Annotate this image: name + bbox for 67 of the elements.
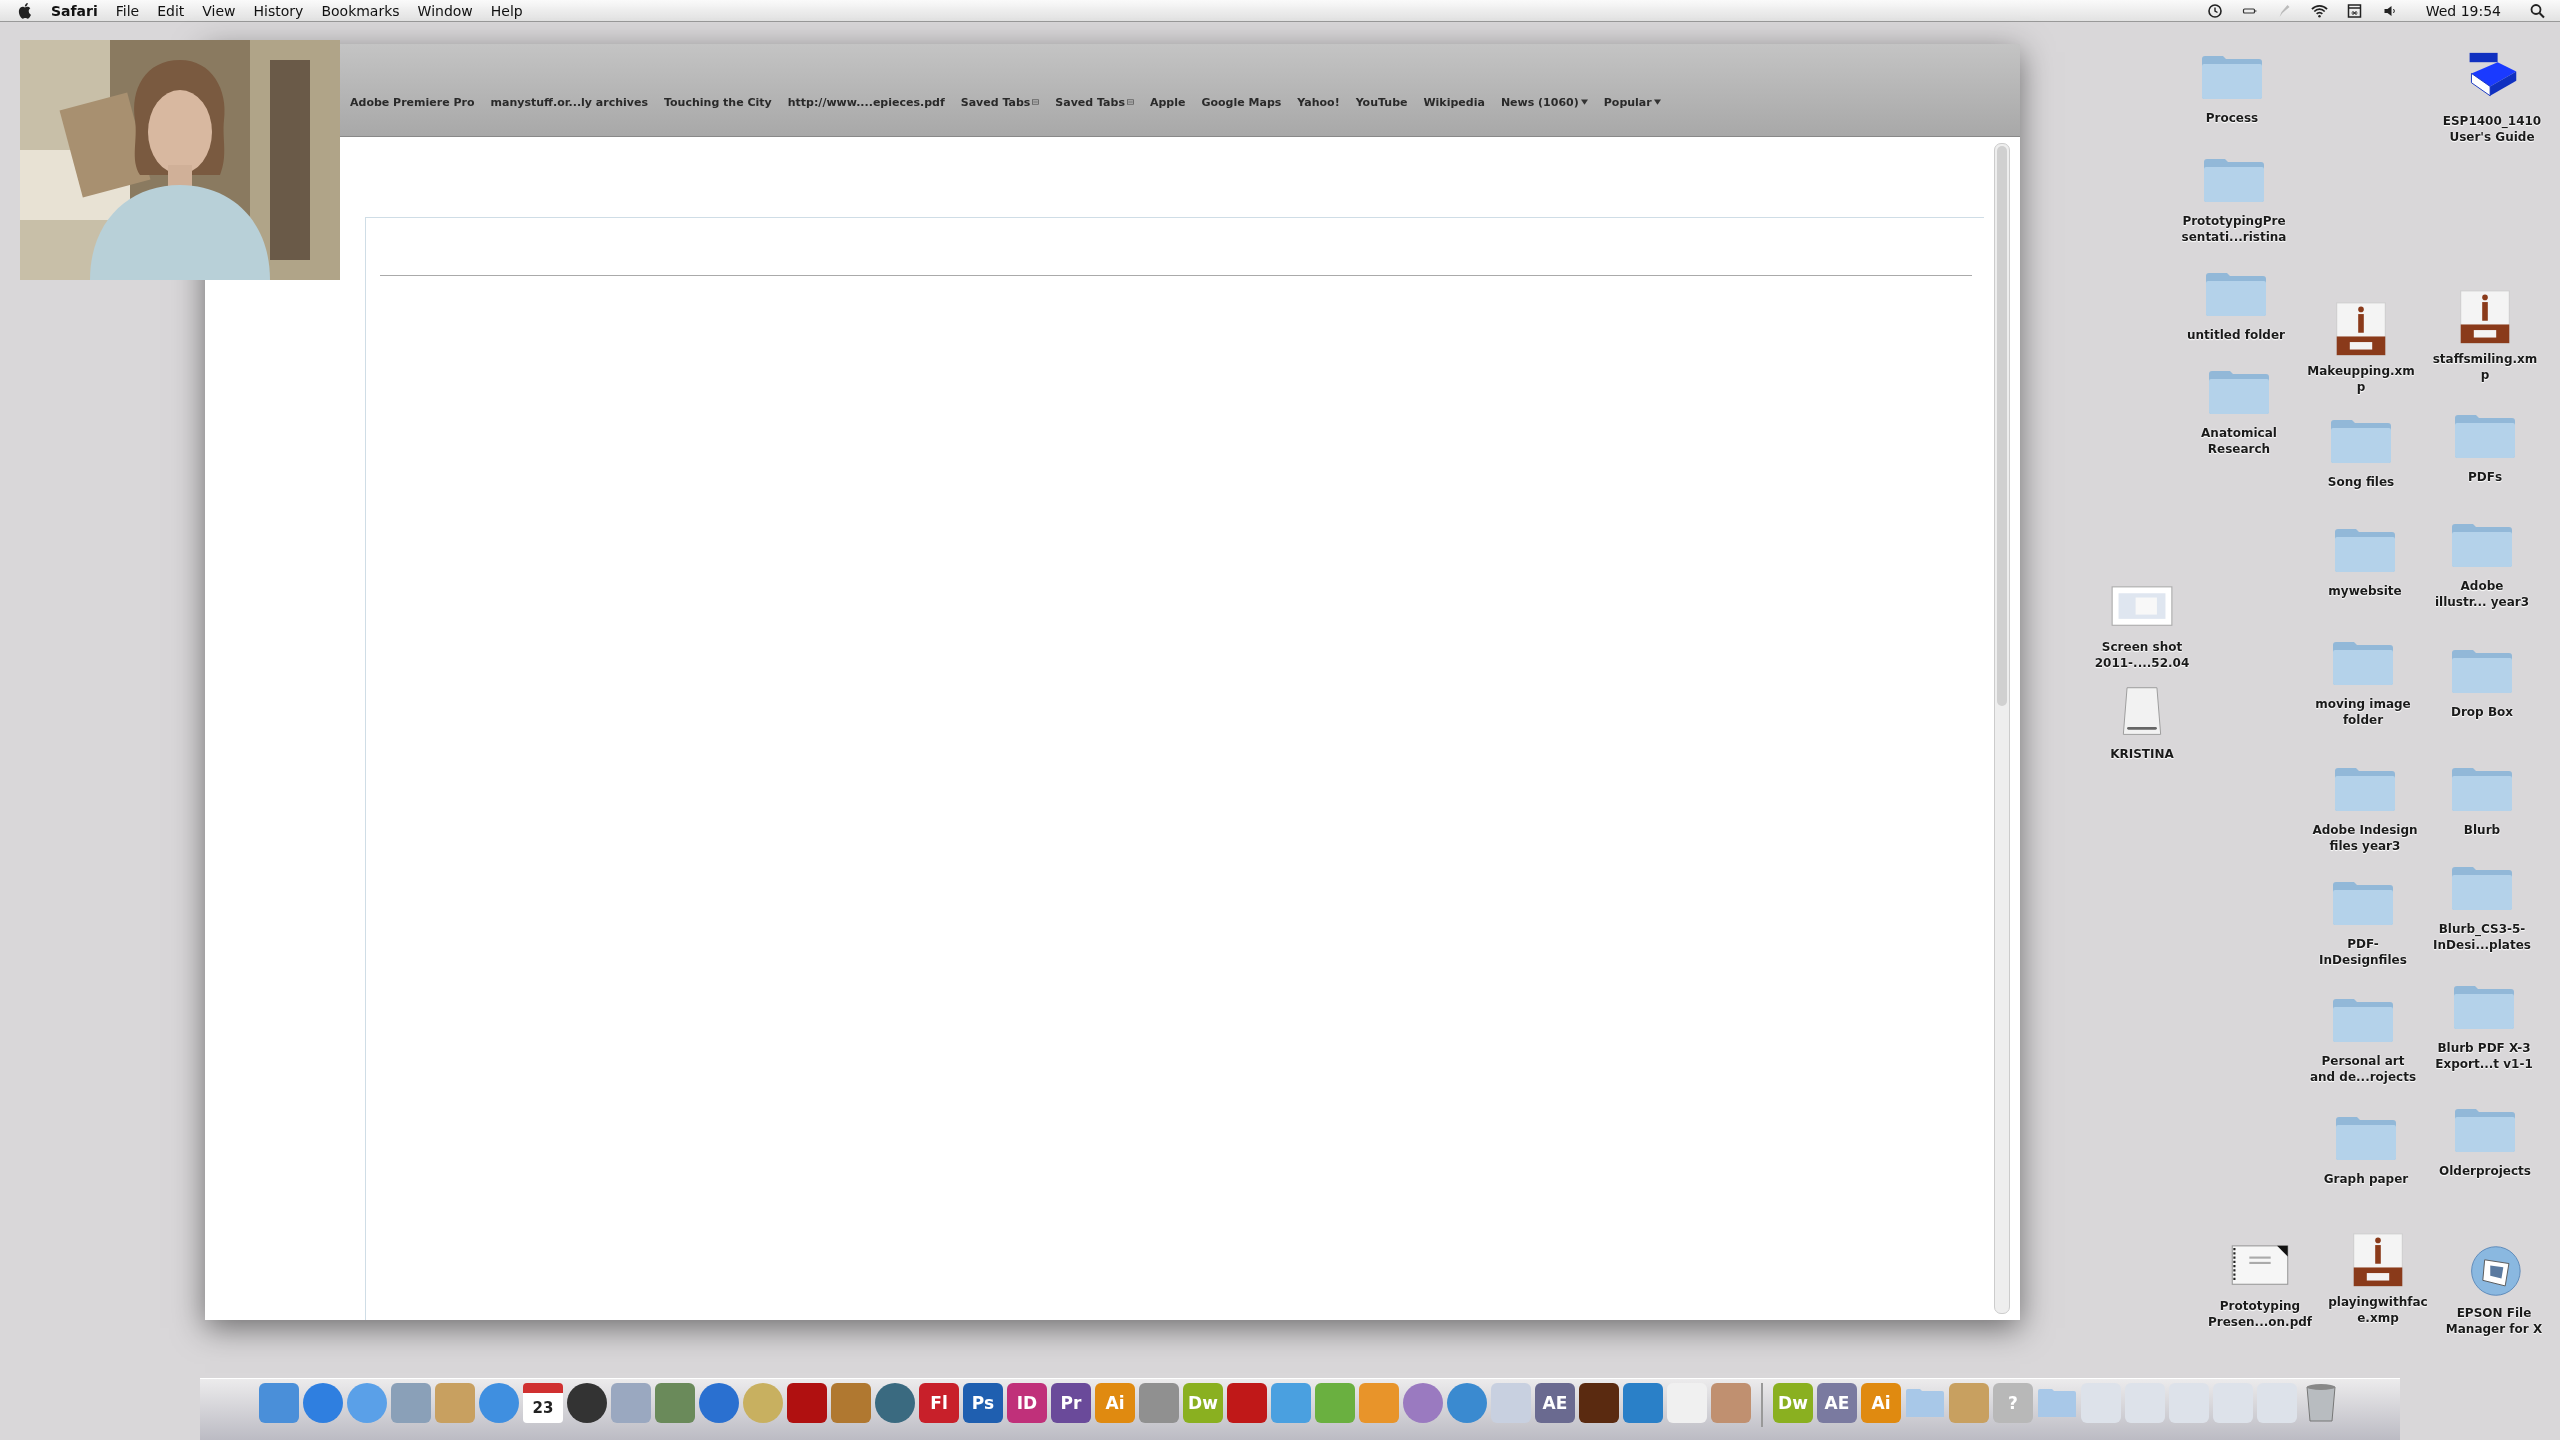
file-label: Olderprojects — [2439, 1163, 2531, 1179]
bookmark[interactable]: http://www....epieces.pdf — [787, 95, 945, 109]
caret-icon — [1653, 99, 1661, 105]
file-label: mywebsite — [2328, 583, 2402, 599]
file-label: EPSON File Manager for X — [2445, 1305, 2543, 1337]
file-label: Personal art and de...rojects — [2309, 1053, 2417, 1085]
window-icon[interactable] — [2345, 2, 2363, 19]
file-label: Process — [2205, 110, 2259, 126]
menu-item[interactable]: Window — [417, 2, 473, 19]
apple-icon[interactable] — [18, 2, 33, 19]
menu-item[interactable]: Help — [490, 2, 523, 19]
file-label: PDF- InDesignfiles — [2319, 936, 2407, 968]
menu-item[interactable]: File — [115, 2, 140, 19]
menu-item[interactable]: Bookmarks — [321, 2, 400, 19]
file-label: PrototypingPre sentati...ristina — [2181, 213, 2287, 245]
app-icon[interactable]: AE — [1817, 1383, 1857, 1423]
file-label: KRISTINA — [2110, 746, 2174, 762]
menu-item[interactable]: View — [202, 2, 236, 19]
menu-item[interactable]: History — [253, 2, 304, 19]
file-label: untitled folder — [2187, 327, 2285, 343]
app-menu[interactable]: Safari — [51, 2, 98, 19]
app-icon[interactable] — [875, 1383, 915, 1423]
bookmark[interactable]: YouTube — [1355, 95, 1408, 109]
tabs-icon — [1032, 99, 1040, 105]
file-label: Blurb — [2463, 822, 2501, 838]
file-label: Graph paper — [2323, 1171, 2409, 1187]
tabs-icon — [1126, 99, 1134, 105]
bookmark[interactable]: Yahoo! — [1297, 95, 1340, 109]
clock-icon[interactable] — [2205, 2, 2223, 19]
bookmark[interactable]: Adobe Premiere Pro — [350, 95, 475, 109]
menu-clock[interactable]: Wed 19:54 — [2415, 2, 2511, 19]
app-icon[interactable]: Pr — [1051, 1383, 1091, 1423]
search-icon[interactable] — [2529, 2, 2546, 19]
bookmark[interactable]: manystuff.or...ly archives — [490, 95, 648, 109]
file-label: moving image folder — [2315, 696, 2411, 728]
file-label: Prototyping Presen...on.pdf — [2207, 1298, 2313, 1330]
file-label: Screen shot 2011-....52.04 — [2094, 639, 2190, 671]
file-label: Blurb PDF X-3 Export...t v1-1 — [2435, 1040, 2533, 1072]
bookmark[interactable]: Touching the City — [664, 95, 772, 109]
file-label: Song files — [2327, 474, 2395, 490]
bookmark[interactable]: Google Maps — [1201, 95, 1282, 109]
app-icon[interactable]: Ps — [963, 1383, 1003, 1423]
file-label: Makeupping.xm p — [2307, 363, 2415, 395]
bookmark[interactable]: News (1060) — [1500, 95, 1588, 109]
bookmark[interactable]: Popular — [1603, 95, 1661, 109]
file-label: Adobe illustr... year3 — [2434, 578, 2530, 610]
file-label: PDFs — [2467, 469, 2503, 485]
file-label: Blurb_CS3-5- InDesi...plates — [2433, 921, 2531, 953]
bookmark[interactable]: Saved Tabs — [960, 95, 1040, 109]
file-label: Drop Box — [2451, 704, 2513, 720]
app-icon[interactable]: ID — [1007, 1383, 1047, 1423]
app-icon[interactable] — [567, 1383, 607, 1423]
app-icon[interactable]: AE — [1535, 1383, 1575, 1423]
caret-icon — [1580, 99, 1588, 105]
bookmark[interactable]: Saved Tabs — [1055, 95, 1134, 109]
file-label: staffsmiling.xm p — [2432, 351, 2538, 383]
calendar-icon[interactable]: 23 — [523, 1383, 563, 1423]
wifi-icon[interactable] — [2310, 2, 2328, 19]
bookmark[interactable]: Wikipedia — [1423, 95, 1485, 109]
file-label: ESP1400_1410 User's Guide — [2442, 113, 2542, 145]
bookmark[interactable]: Apple — [1149, 95, 1186, 109]
app-icon[interactable]: Fl — [919, 1383, 959, 1423]
file-label: playingwithfac e.xmp — [2328, 1294, 2428, 1326]
file-label: Adobe Indesign files year3 — [2312, 822, 2418, 854]
menu-item[interactable]: Edit — [157, 2, 185, 19]
scroll-bar[interactable] — [1994, 143, 2010, 1314]
file-label: Anatomical Research — [2201, 425, 2277, 457]
